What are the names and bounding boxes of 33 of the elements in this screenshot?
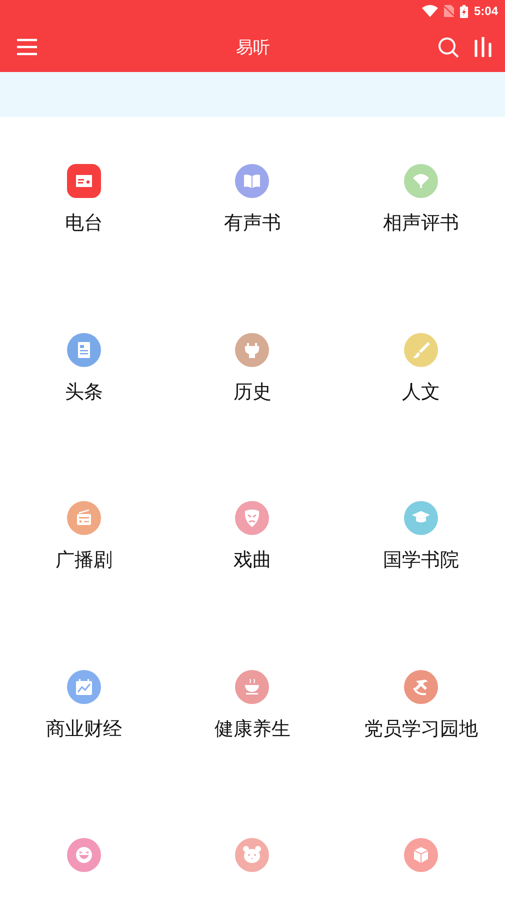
category-label[interactable]: 戏曲: [233, 547, 272, 573]
smiley-icon[interactable]: [67, 838, 102, 872]
category-label[interactable]: 商业财经: [46, 716, 122, 742]
no-sim-icon: [444, 5, 454, 17]
bear-icon[interactable]: [235, 838, 270, 872]
radio-icon[interactable]: [67, 501, 102, 535]
category-label[interactable]: 党员学习园地: [364, 716, 478, 742]
chart-calendar-icon[interactable]: [67, 670, 102, 704]
status-time: 5:04: [474, 4, 498, 18]
category-label[interactable]: 健康养生: [214, 716, 290, 742]
category-label[interactable]: 国学书院: [382, 547, 459, 573]
cube-icon[interactable]: [404, 838, 438, 872]
wifi-icon: [422, 5, 438, 17]
app-title: 易听: [235, 36, 271, 58]
battery-charging-icon: [460, 4, 468, 18]
radio-icon[interactable]: [67, 164, 102, 198]
document-icon[interactable]: [67, 332, 102, 366]
category-label[interactable]: 相声评书: [382, 210, 459, 236]
category-label[interactable]: 广播剧: [56, 547, 113, 573]
book-icon[interactable]: [235, 164, 270, 198]
category-label[interactable]: 有声书: [224, 210, 281, 236]
category-label[interactable]: 电台: [65, 210, 104, 236]
category-label[interactable]: 头条: [65, 378, 104, 404]
menu-icon[interactable]: [16, 38, 38, 56]
fan-icon[interactable]: [404, 164, 438, 198]
search-icon[interactable]: [438, 36, 459, 58]
brush-icon[interactable]: [404, 332, 438, 366]
tea-cup-icon[interactable]: [235, 670, 270, 704]
equalizer-icon[interactable]: [473, 37, 493, 57]
graduation-cap-icon[interactable]: [404, 501, 438, 535]
opera-mask-icon[interactable]: [235, 501, 270, 535]
category-label[interactable]: 人文: [402, 378, 440, 404]
category-label[interactable]: 历史: [233, 378, 272, 404]
